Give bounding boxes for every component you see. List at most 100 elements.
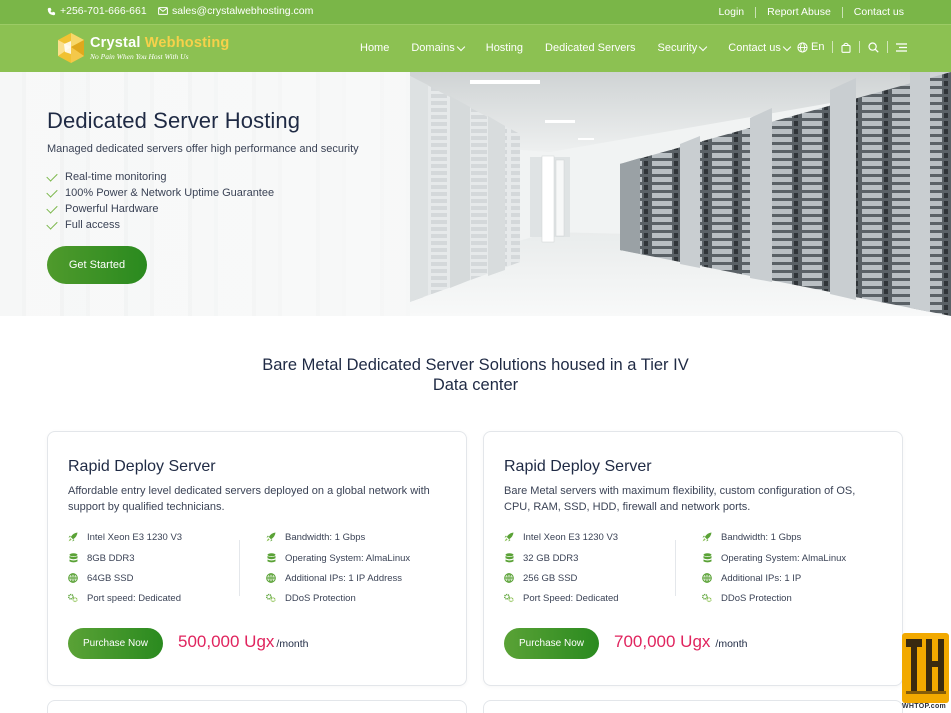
network-icon [68, 573, 78, 583]
phone-number: +256-701-666-661 [60, 5, 147, 17]
feature-divider [239, 540, 240, 596]
feature-text: Operating System: AlmaLinux [285, 552, 411, 564]
feature-text: Operating System: AlmaLinux [721, 552, 847, 564]
plan-feature: 256 GB SSD [504, 572, 577, 584]
network-icon [702, 573, 712, 583]
hero-banner: Dedicated Server Hosting Managed dedicat… [0, 72, 951, 316]
cart-icon[interactable] [841, 42, 852, 53]
top-links: Login Report Abuse Contact us [707, 6, 904, 18]
plan-card: Rapid Deploy Server Bare Metal servers w… [483, 431, 903, 686]
brand-tagline: No Pain When You Host With Us [90, 52, 189, 61]
nav-item-dedicated-servers[interactable]: Dedicated Servers [545, 42, 636, 54]
check-icon [46, 217, 58, 230]
gears-icon [702, 593, 712, 603]
section-heading-line2: Data center [432, 376, 519, 394]
nav-item-domains[interactable]: Domains [411, 42, 465, 54]
language-label: En [811, 41, 825, 53]
chevron-down-icon [782, 42, 792, 51]
envelope-icon [158, 7, 168, 15]
plan-feature: Additional IPs: 1 IP Address [266, 572, 402, 584]
plan-feature: Operating System: AlmaLinux [266, 552, 410, 564]
gears-icon [266, 593, 276, 603]
feature-text: Bandwidth: 1 Gbps [285, 531, 366, 543]
list-item: 100% Power & Network Uptime Guarantee [46, 185, 359, 201]
plan-description: Bare Metal servers with maximum flexibil… [504, 485, 856, 513]
feature-text: 8GB DDR3 [87, 552, 135, 564]
plan-feature: 32 GB DDR3 [504, 552, 578, 564]
plan-card [483, 700, 903, 713]
feature-text: Additional IPs: 1 IP Address [285, 572, 403, 584]
feature-text: 100% Power & Network Uptime Guarantee [65, 187, 275, 199]
phone-icon [47, 7, 56, 15]
plan-feature: 8GB DDR3 [68, 552, 135, 564]
feature-text: Intel Xeon E3 1230 V3 [87, 531, 183, 543]
email-address: sales@crystalwebhosting.com [172, 5, 314, 17]
plan-price: 700,000 Ugx /month [614, 632, 748, 652]
purchase-now-button[interactable]: Purchase Now [68, 628, 163, 659]
hero-subtitle: Managed dedicated servers offer high per… [47, 143, 359, 155]
check-icon [46, 201, 58, 214]
feature-text: Full access [65, 219, 121, 231]
plan-feature: Bandwidth: 1 Gbps [702, 531, 801, 543]
nav-item-hosting[interactable]: Hosting [486, 42, 523, 54]
brand-name-part2: Webhosting [144, 35, 230, 51]
database-icon [266, 553, 276, 563]
feature-text: Port Speed: Dedicated [523, 592, 619, 604]
database-icon [68, 553, 78, 563]
menu-icon[interactable] [896, 42, 908, 52]
hero-title: Dedicated Server Hosting [47, 108, 301, 133]
search-icon[interactable] [868, 41, 880, 53]
email-contact[interactable]: sales@crystalwebhosting.com [158, 5, 313, 17]
network-icon [266, 573, 276, 583]
rocket-icon [68, 532, 78, 542]
check-icon [46, 169, 58, 182]
brand-logo[interactable]: Crystal Webhosting No Pain When You Host… [57, 32, 230, 64]
price-period: /month [276, 638, 309, 650]
nav-item-contact-us[interactable]: Contact us [728, 42, 792, 54]
feature-text: Powerful Hardware [65, 203, 159, 215]
chevron-down-icon [699, 42, 708, 51]
get-started-button[interactable]: Get Started [47, 246, 147, 284]
divider [832, 41, 834, 53]
nav-item-security[interactable]: Security [657, 42, 708, 54]
check-icon [46, 185, 58, 198]
purchase-now-button[interactable]: Purchase Now [504, 628, 599, 659]
network-icon [504, 573, 514, 583]
section-heading: Bare Metal Dedicated Server Solutions ho… [0, 355, 951, 395]
list-item: Real-time monitoring [46, 169, 359, 185]
watermark-label: WHTOP.com [902, 703, 947, 710]
datacenter-image [410, 72, 951, 316]
plan-feature: 64GB SSD [68, 572, 133, 584]
feature-text: Additional IPs: 1 IP [721, 572, 802, 584]
divider [859, 41, 861, 53]
feature-text: 64GB SSD [87, 572, 134, 584]
plan-feature: Port Speed: Dedicated [504, 592, 619, 604]
nav-item-label: Contact us [728, 42, 781, 54]
brand-text: Crystal Webhosting No Pain When You Host… [90, 35, 230, 61]
nav-item-label: Dedicated Servers [545, 42, 636, 54]
feature-text: 256 GB SSD [523, 572, 578, 584]
plan-feature: Intel Xeon E3 1230 V3 [504, 531, 618, 543]
feature-text: DDoS Protection [285, 592, 356, 604]
plan-feature: Bandwidth: 1 Gbps [266, 531, 365, 543]
feature-text: 32 GB DDR3 [523, 552, 579, 564]
plan-title: Rapid Deploy Server [504, 458, 652, 475]
list-item: Powerful Hardware [46, 201, 359, 217]
feature-text: DDoS Protection [721, 592, 792, 604]
nav-tools: En [797, 41, 908, 53]
plan-feature: Port speed: Dedicated [68, 592, 181, 604]
nav-item-home[interactable]: Home [360, 42, 389, 54]
nav-item-label: Security [657, 42, 698, 54]
language-selector[interactable]: En [797, 41, 824, 53]
top-bar: +256-701-666-661 sales@crystalwebhosting… [0, 0, 951, 24]
contact-us-link[interactable]: Contact us [843, 6, 904, 18]
rocket-icon [702, 532, 712, 542]
plan-feature: Intel Xeon E3 1230 V3 [68, 531, 182, 543]
section-heading-line1: Bare Metal Dedicated Server Solutions ho… [262, 356, 689, 374]
login-link[interactable]: Login [707, 6, 755, 18]
report-abuse-link[interactable]: Report Abuse [756, 6, 842, 18]
plan-feature: DDoS Protection [702, 592, 792, 604]
phone-contact[interactable]: +256-701-666-661 [47, 5, 147, 17]
plan-description: Affordable entry level dedicated servers… [68, 485, 430, 513]
nav-item-label: Domains [411, 42, 455, 54]
